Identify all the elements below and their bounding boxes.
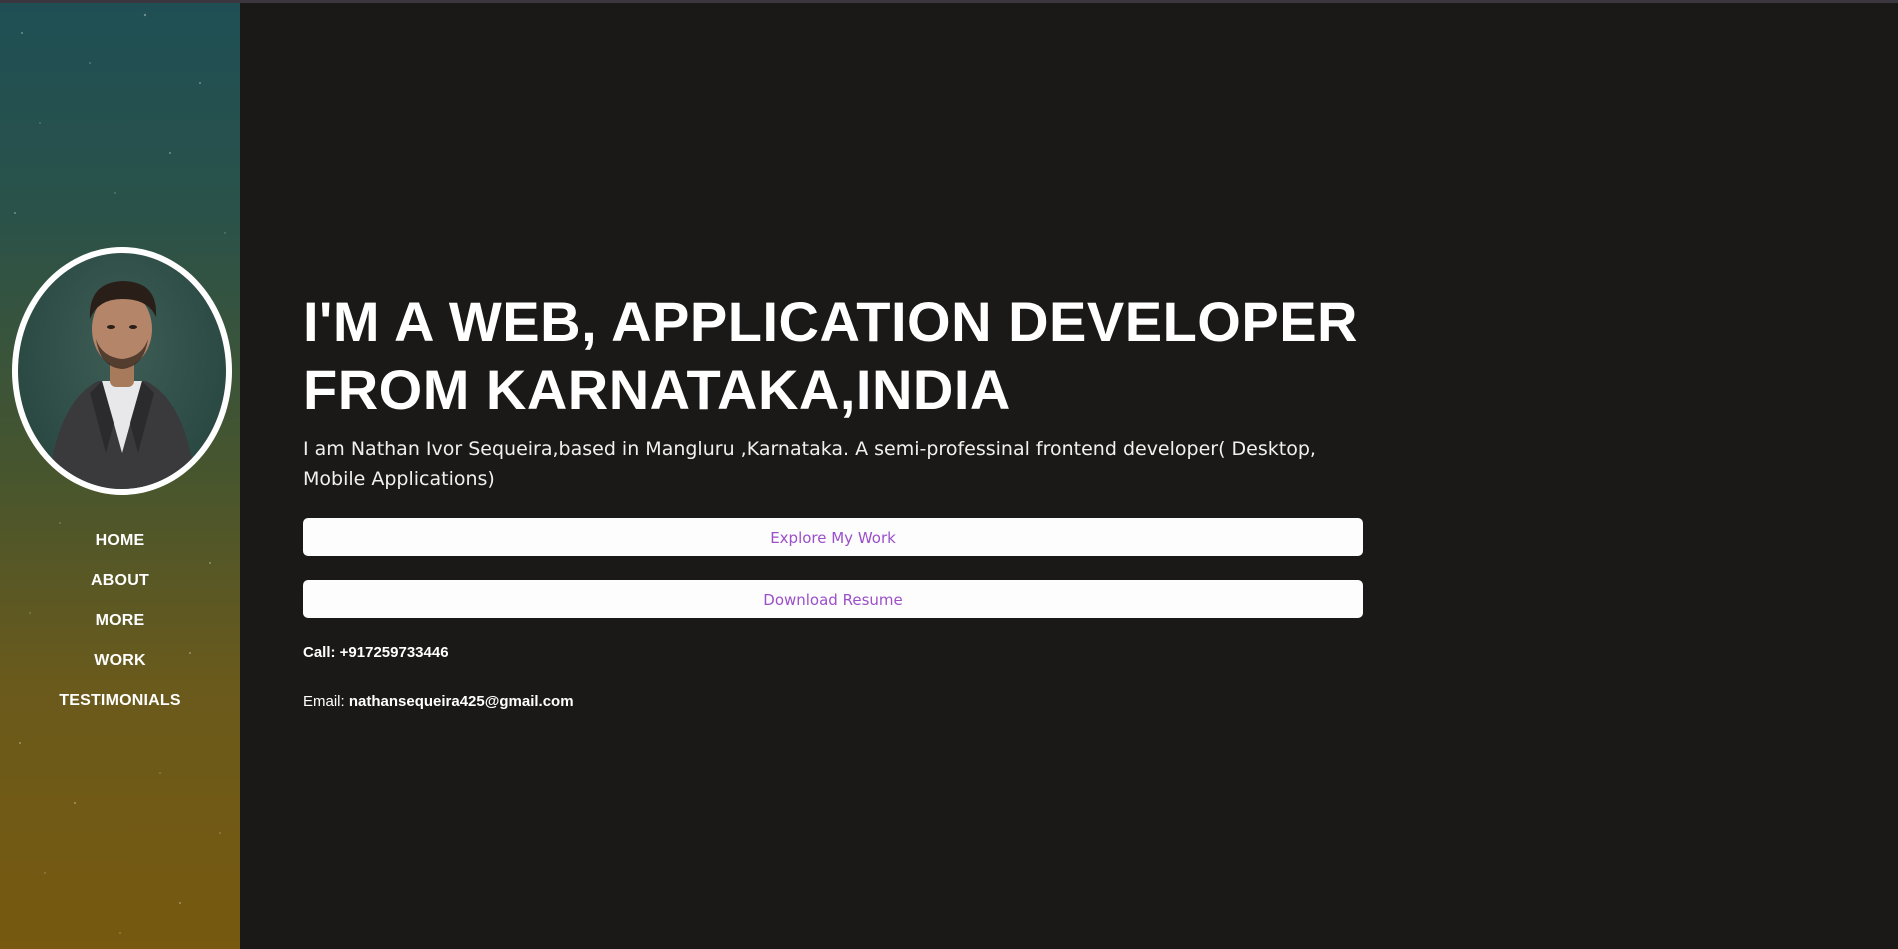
sidebar: HOME ABOUT MORE WORK TESTIMONIALS xyxy=(0,3,240,949)
nav-item-testimonials[interactable]: TESTIMONIALS xyxy=(0,687,240,727)
email-contact: Email: nathansequeira425@gmail.com xyxy=(303,692,574,712)
explore-work-button[interactable]: Explore My Work xyxy=(303,518,1363,556)
nav-item-work[interactable]: WORK xyxy=(0,647,240,687)
nav-item-home[interactable]: HOME xyxy=(0,527,240,567)
hero-headline: I'M A WEB, APPLICATION DEVELOPER FROM KA… xyxy=(303,288,1383,424)
email-prefix: Email: xyxy=(303,693,349,710)
download-resume-button[interactable]: Download Resume xyxy=(303,580,1363,618)
hero-intro: I am Nathan Ivor Sequeira,based in Mangl… xyxy=(303,438,1316,490)
nav-item-about[interactable]: ABOUT xyxy=(0,567,240,607)
top-border xyxy=(0,0,1898,3)
nav-item-more[interactable]: MORE xyxy=(0,607,240,647)
main-nav: HOME ABOUT MORE WORK TESTIMONIALS xyxy=(0,527,240,727)
hero-headline-line1: I'M A WEB, APPLICATION DEVELOPER xyxy=(303,290,1358,353)
phone-contact: Call: +917259733446 xyxy=(303,644,449,661)
profile-photo-icon xyxy=(48,281,196,489)
profile-avatar xyxy=(12,247,232,495)
hero-headline-line2: FROM KARNATAKA,INDIA xyxy=(303,358,1011,421)
email-address-link[interactable]: nathansequeira425@gmail.com xyxy=(349,693,574,710)
